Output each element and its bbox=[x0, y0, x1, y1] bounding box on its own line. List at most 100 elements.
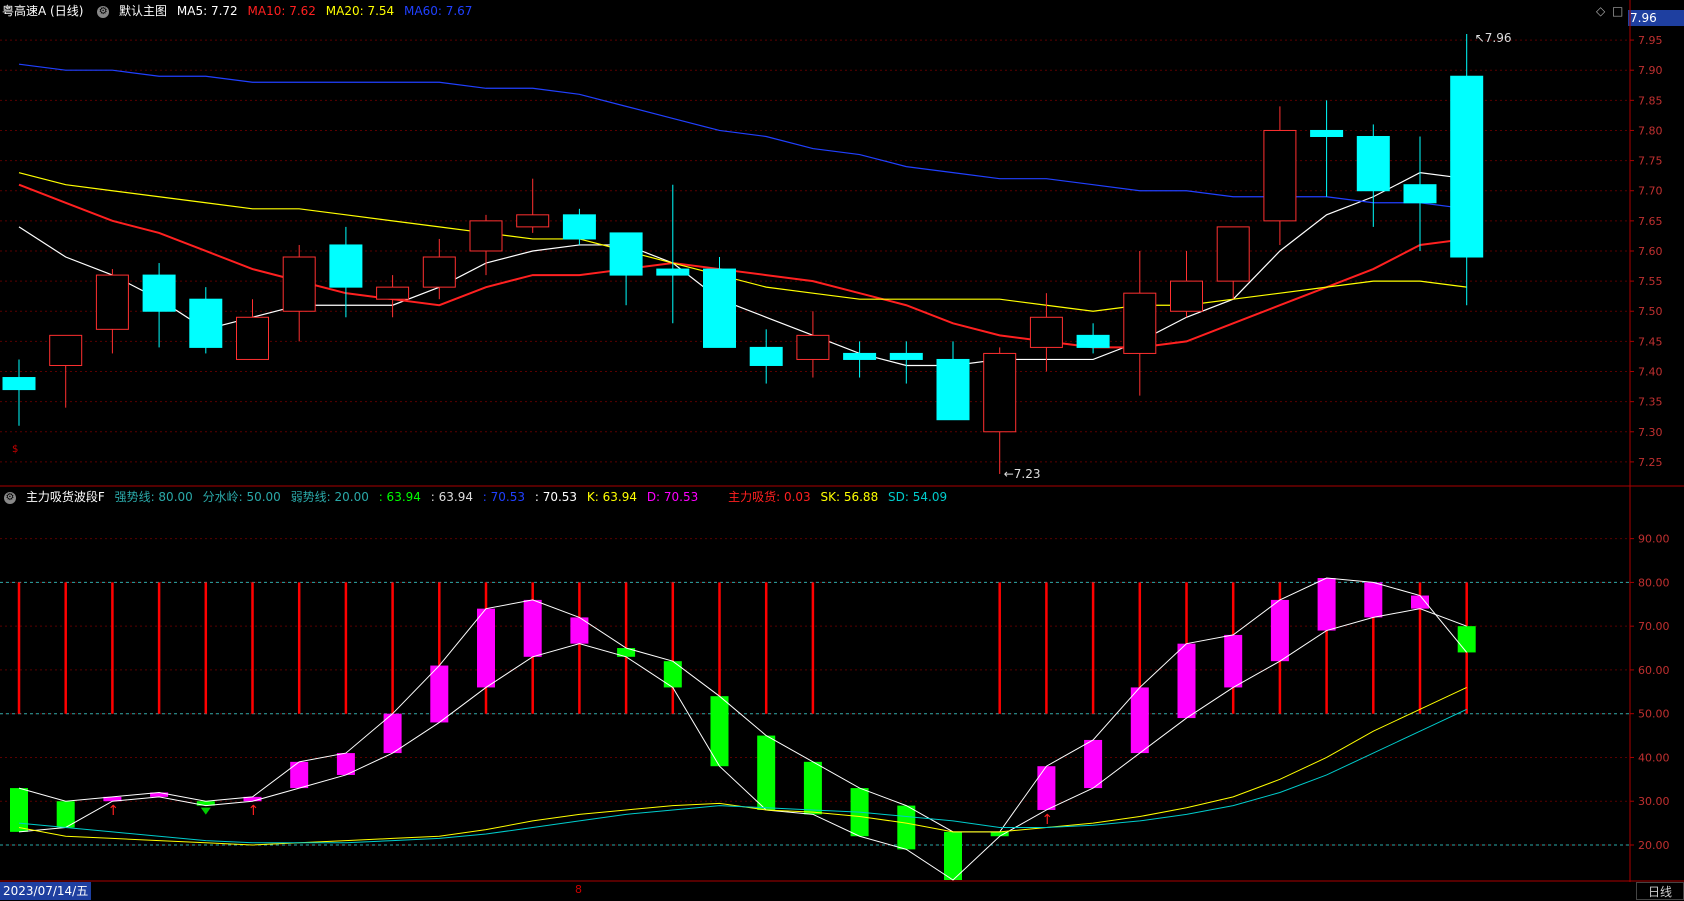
candle bbox=[236, 299, 269, 360]
indicator-line-sk bbox=[18, 686, 1467, 846]
price-tick-label: 7.70 bbox=[1638, 185, 1663, 198]
candle bbox=[1076, 323, 1110, 354]
candle-body bbox=[936, 358, 970, 421]
indicator-bar bbox=[803, 761, 822, 815]
candle-body bbox=[1403, 184, 1437, 204]
candle-body bbox=[1216, 226, 1250, 282]
time-marker: 8 bbox=[575, 883, 582, 896]
candle-body bbox=[236, 316, 269, 360]
indicator-bar bbox=[1037, 766, 1056, 810]
candle bbox=[703, 257, 736, 348]
candle bbox=[609, 232, 643, 306]
indicator-bar bbox=[477, 608, 495, 688]
candle bbox=[142, 263, 176, 348]
indicator-line-d bbox=[18, 608, 1467, 881]
buy-arrow-icon: ↑ bbox=[1041, 812, 1053, 828]
candle bbox=[1263, 106, 1297, 245]
price-tick-label: 7.80 bbox=[1638, 124, 1663, 137]
indicator-bar bbox=[430, 665, 449, 723]
cursor-date: 2023/07/14/五 bbox=[0, 882, 92, 900]
indicator-tick-label: 80.00 bbox=[1638, 576, 1670, 589]
candle bbox=[1310, 100, 1344, 197]
candle-body bbox=[516, 214, 550, 228]
candle-body bbox=[843, 352, 877, 360]
indicator-tick-label: 60.00 bbox=[1638, 664, 1670, 677]
price-tick-label: 7.40 bbox=[1638, 366, 1663, 379]
candle bbox=[1356, 124, 1390, 227]
cycle-button[interactable]: 日线 bbox=[1636, 882, 1684, 900]
dollar-marker-icon: $ bbox=[12, 444, 18, 455]
indicator-bar bbox=[1084, 739, 1103, 789]
candle-body bbox=[95, 274, 129, 330]
candle bbox=[1450, 34, 1484, 306]
indicator-bar bbox=[757, 735, 776, 810]
candle-body bbox=[656, 268, 690, 276]
candle-body bbox=[1170, 280, 1203, 312]
price-tick-label: 7.60 bbox=[1638, 245, 1663, 258]
candle-body bbox=[1356, 135, 1390, 192]
candle-body bbox=[562, 214, 596, 240]
indicator-bar bbox=[1457, 626, 1476, 653]
candle bbox=[936, 341, 970, 421]
candle bbox=[469, 214, 503, 276]
price-tick-label: 7.45 bbox=[1638, 335, 1663, 348]
candle-body bbox=[609, 232, 643, 276]
candle-body bbox=[329, 244, 363, 288]
price-tick-label: 7.90 bbox=[1638, 64, 1663, 77]
candle bbox=[422, 238, 456, 300]
indicator-bar bbox=[1130, 687, 1149, 754]
candle bbox=[1123, 250, 1157, 396]
candle-body bbox=[1263, 129, 1297, 222]
candle-body bbox=[376, 286, 410, 300]
indicator-tick-label: 30.00 bbox=[1638, 795, 1670, 808]
indicator-bar bbox=[10, 788, 28, 832]
candle bbox=[983, 347, 1017, 474]
candle-body bbox=[1029, 316, 1063, 348]
low-price-label: ←7.23 bbox=[1004, 467, 1041, 481]
candle bbox=[329, 226, 363, 318]
candle-body bbox=[469, 220, 503, 252]
candle bbox=[796, 311, 830, 378]
candle-body bbox=[1123, 292, 1157, 354]
indicator-bar bbox=[523, 599, 542, 657]
indicator-bar bbox=[1364, 582, 1383, 618]
price-tick-label: 7.75 bbox=[1638, 155, 1663, 168]
price-chart[interactable]: 7.95 7.90 7.85 7.80 7.75 7.70 7.65 7.60 7.55 7.50… bbox=[0, 0, 1684, 882]
indicator-bar bbox=[944, 831, 962, 880]
candle bbox=[2, 359, 36, 426]
indicator-bar bbox=[1177, 643, 1196, 719]
price-tick-label: 7.85 bbox=[1638, 94, 1663, 107]
candle bbox=[656, 184, 690, 324]
indicator-line-sd bbox=[18, 708, 1467, 844]
candle-body bbox=[49, 334, 83, 366]
candle-body bbox=[2, 377, 36, 391]
candle-body bbox=[282, 256, 316, 312]
candle bbox=[95, 269, 129, 354]
candle-body bbox=[749, 346, 783, 366]
indicator-bar bbox=[1411, 595, 1429, 609]
indicator-tick-label: 40.00 bbox=[1638, 751, 1670, 764]
indicator-bar bbox=[1270, 599, 1289, 662]
price-tick-label: 7.35 bbox=[1638, 396, 1663, 409]
indicator-tick-label: 20.00 bbox=[1638, 839, 1670, 852]
candle-body bbox=[983, 352, 1017, 433]
price-tick-label: 7.65 bbox=[1638, 215, 1663, 228]
candle-body bbox=[142, 274, 176, 312]
candle-body bbox=[703, 268, 736, 348]
price-tick-label: 7.25 bbox=[1638, 456, 1663, 469]
indicator-bar bbox=[1224, 634, 1243, 688]
candle-body bbox=[422, 256, 456, 288]
indicator-bar bbox=[897, 805, 916, 850]
buy-arrow-icon: ↑ bbox=[107, 803, 119, 819]
candle-body bbox=[1076, 334, 1110, 348]
price-tick-label: 7.55 bbox=[1638, 275, 1663, 288]
candle bbox=[1403, 136, 1437, 251]
sell-arrow-icon bbox=[200, 807, 211, 815]
price-tick-label: 7.95 bbox=[1638, 34, 1663, 47]
candle bbox=[1170, 250, 1203, 318]
indicator-bar bbox=[1317, 578, 1336, 631]
candle bbox=[282, 244, 316, 342]
candle bbox=[189, 287, 223, 354]
candle bbox=[562, 208, 596, 245]
high-price-label: ↖7.96 bbox=[1475, 31, 1512, 45]
